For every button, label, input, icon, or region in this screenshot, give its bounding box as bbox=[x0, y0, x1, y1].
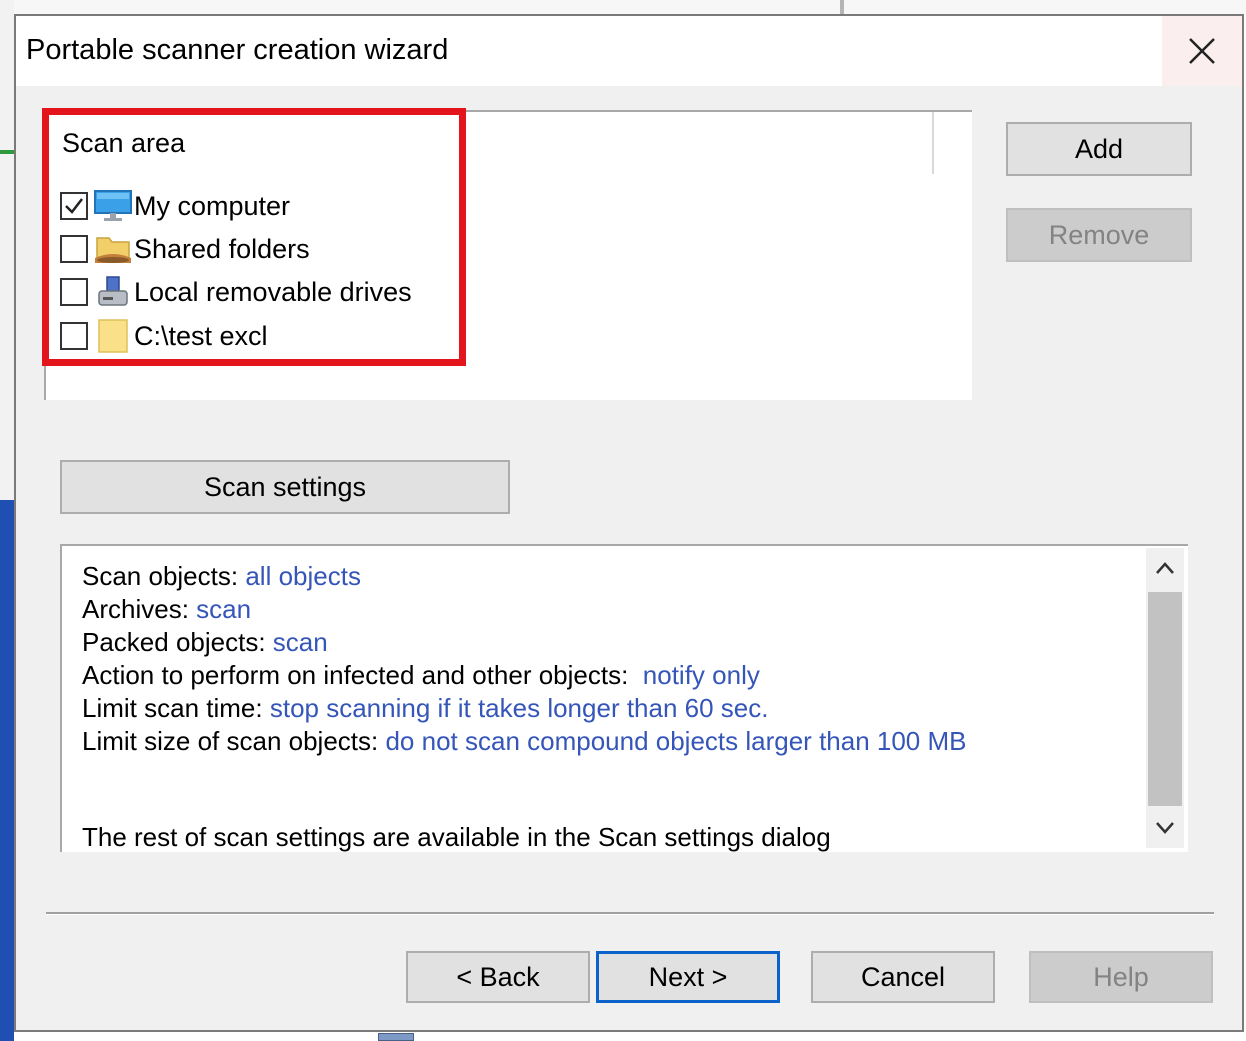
remove-button[interactable]: Remove bbox=[1006, 208, 1192, 262]
footer-divider-highlight bbox=[46, 914, 1214, 915]
background-top-strip bbox=[14, 0, 1246, 14]
summary-lines: Scan objects: all objects Archives: scan… bbox=[82, 560, 967, 758]
close-icon bbox=[1189, 38, 1215, 64]
packed-objects-link[interactable]: scan bbox=[273, 627, 328, 657]
background-accent bbox=[0, 150, 14, 154]
action-link[interactable]: notify only bbox=[643, 660, 760, 690]
chevron-down-icon bbox=[1156, 822, 1174, 834]
settings-summary-panel: Scan objects: all objects Archives: scan… bbox=[60, 544, 1188, 852]
summary-key: Packed objects: bbox=[82, 627, 266, 657]
summary-key: Scan objects: bbox=[82, 561, 239, 591]
summary-scrollbar[interactable] bbox=[1146, 548, 1184, 848]
scroll-thumb[interactable] bbox=[1148, 592, 1182, 806]
summary-line-action: Action to perform on infected and other … bbox=[82, 659, 967, 692]
summary-line-packed-objects: Packed objects: scan bbox=[82, 626, 967, 659]
summary-line-scan-time: Limit scan time: stop scanning if it tak… bbox=[82, 692, 967, 725]
highlight-annotation bbox=[42, 108, 466, 366]
summary-footer-text: The rest of scan settings are available … bbox=[82, 822, 831, 852]
summary-line-scan-objects: Scan objects: all objects bbox=[82, 560, 967, 593]
summary-line-archives: Archives: scan bbox=[82, 593, 967, 626]
summary-key: Archives: bbox=[82, 594, 189, 624]
window-title: Portable scanner creation wizard bbox=[26, 34, 449, 66]
cancel-button[interactable]: Cancel bbox=[811, 951, 995, 1003]
summary-key: Limit scan time: bbox=[82, 693, 263, 723]
summary-line-size-limit: Limit size of scan objects: do not scan … bbox=[82, 725, 967, 758]
title-bar: Portable scanner creation wizard bbox=[16, 16, 1242, 86]
background-divider bbox=[840, 0, 844, 14]
scroll-up-button[interactable] bbox=[1146, 548, 1184, 588]
summary-key: Action to perform on infected and other … bbox=[82, 660, 629, 690]
summary-key: Limit size of scan objects: bbox=[82, 726, 379, 756]
scan-settings-button[interactable]: Scan settings bbox=[60, 460, 510, 514]
scan-list-column-divider bbox=[932, 112, 934, 174]
archives-link[interactable]: scan bbox=[196, 594, 251, 624]
next-button[interactable]: Next > bbox=[596, 951, 780, 1003]
back-button[interactable]: < Back bbox=[406, 951, 590, 1003]
background-window-edge bbox=[0, 500, 14, 1041]
scan-time-link[interactable]: stop scanning if it takes longer than 60… bbox=[270, 693, 769, 723]
chevron-up-icon bbox=[1156, 562, 1174, 574]
background-bottom-strip bbox=[14, 1032, 1246, 1041]
size-limit-link[interactable]: do not scan compound objects larger than… bbox=[385, 726, 966, 756]
scan-objects-link[interactable]: all objects bbox=[245, 561, 361, 591]
add-button[interactable]: Add bbox=[1006, 122, 1192, 176]
scroll-down-button[interactable] bbox=[1146, 808, 1184, 848]
help-button[interactable]: Help bbox=[1029, 951, 1213, 1003]
close-button[interactable] bbox=[1162, 16, 1242, 86]
background-taskbar-icon bbox=[378, 1033, 414, 1041]
